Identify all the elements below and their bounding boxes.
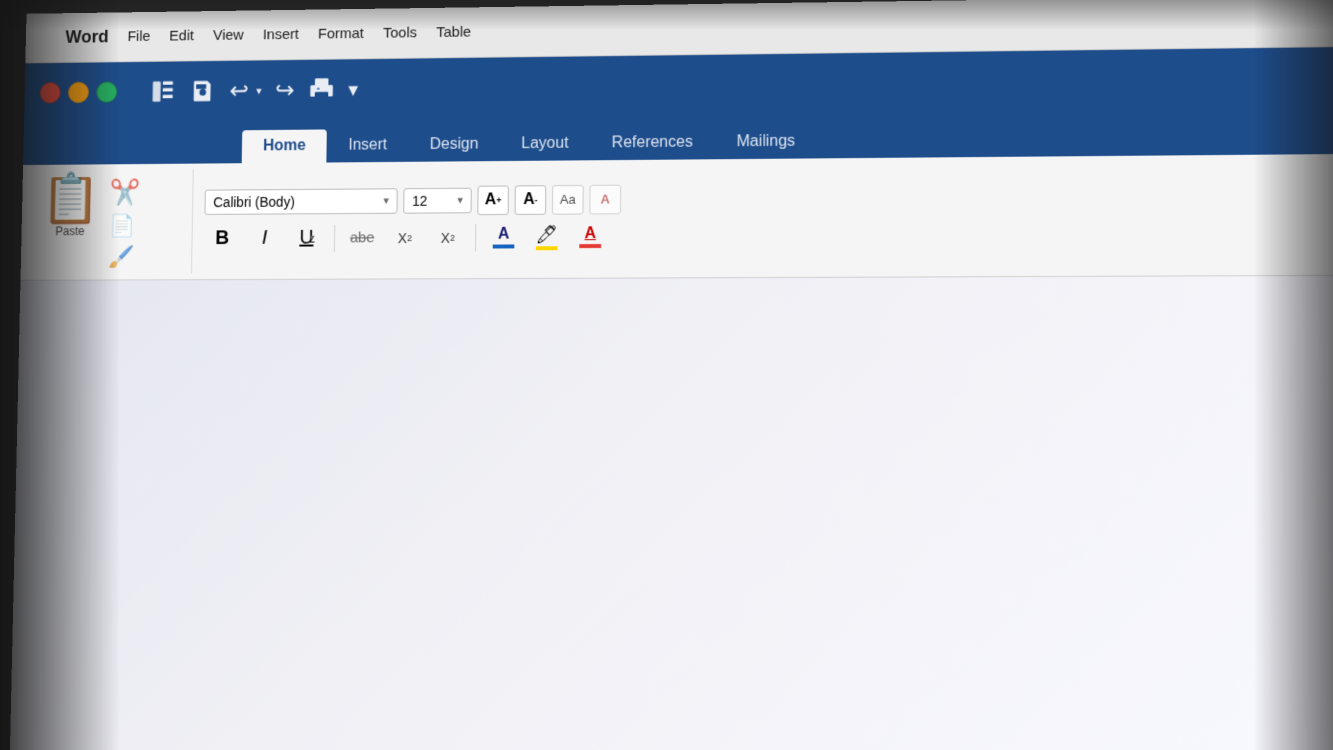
tab-home[interactable]: Home: [242, 129, 328, 163]
text-color-button[interactable]: A: [571, 220, 609, 254]
font-family-select[interactable]: Calibri (Body) ▾: [204, 188, 397, 215]
print-icon[interactable]: [308, 76, 335, 103]
font-color-button[interactable]: A: [485, 220, 523, 254]
sidebar-toggle-icon[interactable]: [149, 78, 176, 105]
text-color-bar: [579, 244, 601, 248]
doc-area: [10, 276, 1333, 750]
font-shrink-button[interactable]: A-: [515, 185, 547, 215]
underline-label: U: [299, 227, 313, 250]
quick-access-icon[interactable]: ▾: [348, 77, 358, 101]
font-color-icon: A: [493, 226, 515, 249]
font-group: Calibri (Body) ▾ 12 ▾ A+ A- Aa A: [192, 160, 1333, 273]
bold-button[interactable]: B: [204, 222, 241, 255]
font-size-arrow: ▾: [457, 194, 463, 207]
font-row2: B I U ▾ abe X2 X2 A: [204, 215, 1333, 255]
font-family-value: Calibri (Body): [213, 193, 295, 209]
separator2: [475, 224, 476, 252]
font-family-arrow: ▾: [383, 194, 389, 207]
tab-layout[interactable]: Layout: [500, 127, 591, 161]
text-color-icon: A: [579, 225, 601, 248]
strikethrough-button[interactable]: abe: [344, 221, 381, 254]
highlight-icon: 🖊: [536, 224, 559, 250]
font-grow-button[interactable]: A+: [477, 185, 509, 215]
underline-button[interactable]: U ▾: [288, 221, 325, 254]
paste-area[interactable]: 📋 Paste: [40, 174, 100, 238]
highlight-button[interactable]: 🖊: [528, 220, 566, 254]
ribbon-content: 📋 Paste ✂️ 📄 🖌️ Ca: [20, 154, 1333, 281]
screen-wrapper: Word File Edit View Insert Format Tools …: [0, 0, 1333, 750]
close-button[interactable]: [40, 82, 61, 103]
word-window: Word File Edit View Insert Format Tools …: [10, 0, 1333, 750]
tab-insert[interactable]: Insert: [327, 129, 409, 163]
format-painter-icon[interactable]: 🖌️: [108, 244, 139, 269]
traffic-lights: [40, 81, 118, 103]
redo-icon[interactable]: ↪: [275, 76, 295, 104]
font-row1: Calibri (Body) ▾ 12 ▾ A+ A- Aa A: [204, 179, 1333, 217]
tab-references[interactable]: References: [590, 126, 715, 161]
superscript-button[interactable]: X2: [429, 221, 466, 255]
app-name[interactable]: Word: [56, 23, 119, 52]
tab-mailings[interactable]: Mailings: [715, 125, 818, 160]
subscript-button[interactable]: X2: [386, 221, 423, 255]
text-effects-button[interactable]: A: [589, 184, 621, 214]
clipboard-group: 📋 Paste ✂️ 📄 🖌️: [21, 169, 194, 274]
font-size-value: 12: [412, 192, 427, 208]
tab-design[interactable]: Design: [408, 128, 500, 162]
change-case-button[interactable]: Aa: [552, 184, 584, 214]
menu-table[interactable]: Table: [426, 20, 480, 45]
font-size-select[interactable]: 12 ▾: [403, 187, 472, 213]
